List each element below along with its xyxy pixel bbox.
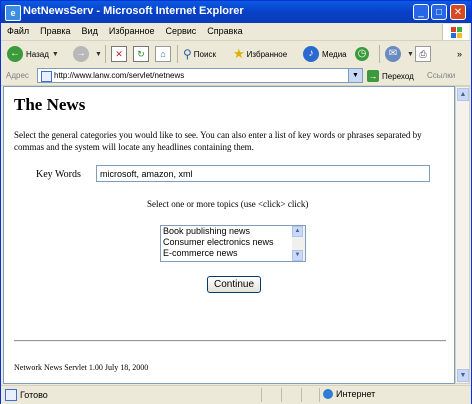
stop-button[interactable]: ✕ (111, 44, 129, 64)
address-label: Адрес (6, 71, 29, 80)
windows-logo-icon (442, 24, 469, 40)
go-button[interactable]: → Переход (367, 69, 414, 83)
address-input[interactable]: http://www.lanw.com/servlet/netnews ▼ (37, 68, 363, 83)
list-item[interactable]: Book publishing news (161, 226, 305, 237)
refresh-icon: ↻ (133, 46, 149, 62)
print-button[interactable]: ⎙ (415, 44, 433, 64)
back-label: Назад (26, 49, 49, 59)
go-arrow-icon: → (367, 70, 379, 82)
topics-listbox[interactable]: Book publishing news Consumer electronic… (160, 225, 306, 262)
search-icon: ⚲ (183, 47, 192, 61)
list-item[interactable]: Consumer electronics news (161, 237, 305, 248)
status-zone: Интернет (323, 389, 375, 399)
print-icon: ⎙ (415, 46, 431, 62)
menu-edit[interactable]: Правка (34, 23, 75, 36)
page-title: The News (14, 95, 86, 114)
menu-file[interactable]: Файл (1, 23, 34, 36)
search-button[interactable]: ⚲ Поиск (183, 44, 216, 64)
continue-button[interactable]: Continue (207, 276, 261, 293)
favorites-label: Избранное (246, 49, 288, 59)
chevron-down-icon: ▼ (407, 50, 414, 58)
media-icon: ♪ (303, 46, 319, 62)
status-ready: Готово (5, 389, 48, 401)
status-divider (261, 388, 262, 402)
page-icon (5, 389, 17, 401)
footer-text: Network News Servlet 1.00 July 18, 2000 (14, 363, 149, 372)
ie-icon: e (5, 5, 21, 21)
page-content: The News Select the general categories y… (3, 86, 455, 384)
toolbar-separator (105, 45, 106, 63)
history-button[interactable]: ◷ (355, 44, 372, 64)
window-title: NetNewsServ - Microsoft Internet Explore… (23, 5, 244, 17)
scroll-up-icon[interactable]: ▲ (457, 88, 469, 101)
title-bar: e NetNewsServ - Microsoft Internet Explo… (1, 1, 471, 23)
forward-button[interactable]: → ▼ (73, 44, 102, 64)
star-icon: ★ (233, 46, 245, 61)
refresh-button[interactable]: ↻ (133, 44, 151, 64)
scroll-down-icon[interactable]: ▼ (292, 250, 303, 261)
toolbar-overflow-icon[interactable]: » (457, 44, 462, 64)
keywords-input[interactable] (96, 165, 430, 182)
chevron-down-icon: ▼ (51, 50, 59, 58)
history-icon: ◷ (355, 47, 369, 61)
divider (14, 340, 446, 342)
status-text: Готово (20, 390, 48, 400)
zone-text: Интернет (336, 389, 376, 399)
stop-icon: ✕ (111, 46, 127, 62)
media-label: Медиа (322, 49, 347, 59)
go-label: Переход (382, 71, 414, 81)
menu-view[interactable]: Вид (76, 23, 103, 36)
page-icon (41, 71, 52, 82)
menu-favorites[interactable]: Избранное (103, 23, 160, 36)
keywords-label: Key Words (36, 169, 81, 180)
address-bar: Адрес http://www.lanw.com/servlet/netnew… (1, 67, 471, 86)
maximize-button[interactable]: □ (431, 4, 447, 20)
toolbar-separator (177, 45, 178, 63)
forward-arrow-icon: → (73, 46, 89, 62)
status-divider (319, 388, 320, 402)
toolbar-separator (379, 45, 380, 63)
page-scrollbar[interactable]: ▲ ▼ (455, 86, 470, 384)
status-divider (281, 388, 282, 402)
menu-bar: Файл Правка Вид Избранное Сервис Справка (1, 23, 471, 41)
chevron-down-icon: ▼ (95, 50, 102, 58)
search-label: Поиск (193, 49, 216, 59)
home-button[interactable]: ⌂ (155, 44, 173, 64)
home-icon: ⌂ (155, 46, 171, 62)
address-dropdown-icon[interactable]: ▼ (348, 69, 362, 82)
back-button[interactable]: ← Назад ▼ (7, 44, 59, 64)
topics-scrollbar[interactable]: ▲ ▼ (292, 226, 305, 261)
favorites-button[interactable]: ★ Избранное (233, 44, 287, 64)
status-divider (301, 388, 302, 402)
mail-button[interactable]: ✉ ▼ (385, 44, 414, 64)
toolbar: ← Назад ▼ → ▼ ✕ ↻ ⌂ ⚲ Поиск ★ Избранное … (1, 41, 471, 68)
menu-help[interactable]: Справка (201, 23, 247, 36)
mail-icon: ✉ (385, 46, 401, 62)
intro-text: Select the general categories you would … (14, 130, 422, 152)
close-button[interactable]: ✕ (450, 4, 466, 20)
status-bar: Готово Интернет (1, 385, 471, 404)
media-button[interactable]: ♪ Медиа (303, 44, 347, 64)
minimize-button[interactable]: _ (413, 4, 429, 20)
address-url: http://www.lanw.com/servlet/netnews (54, 71, 185, 80)
globe-icon (323, 389, 333, 399)
topics-hint: Select one or more topics (use <click> c… (147, 199, 309, 209)
menu-tools[interactable]: Сервис (159, 23, 201, 36)
scroll-down-icon[interactable]: ▼ (457, 369, 469, 382)
back-arrow-icon: ← (7, 46, 23, 62)
browser-window: e NetNewsServ - Microsoft Internet Explo… (0, 0, 472, 404)
list-item[interactable]: E-commerce news (161, 248, 305, 259)
scroll-up-icon[interactable]: ▲ (292, 226, 303, 237)
links-button[interactable]: Ссылки (427, 71, 455, 80)
